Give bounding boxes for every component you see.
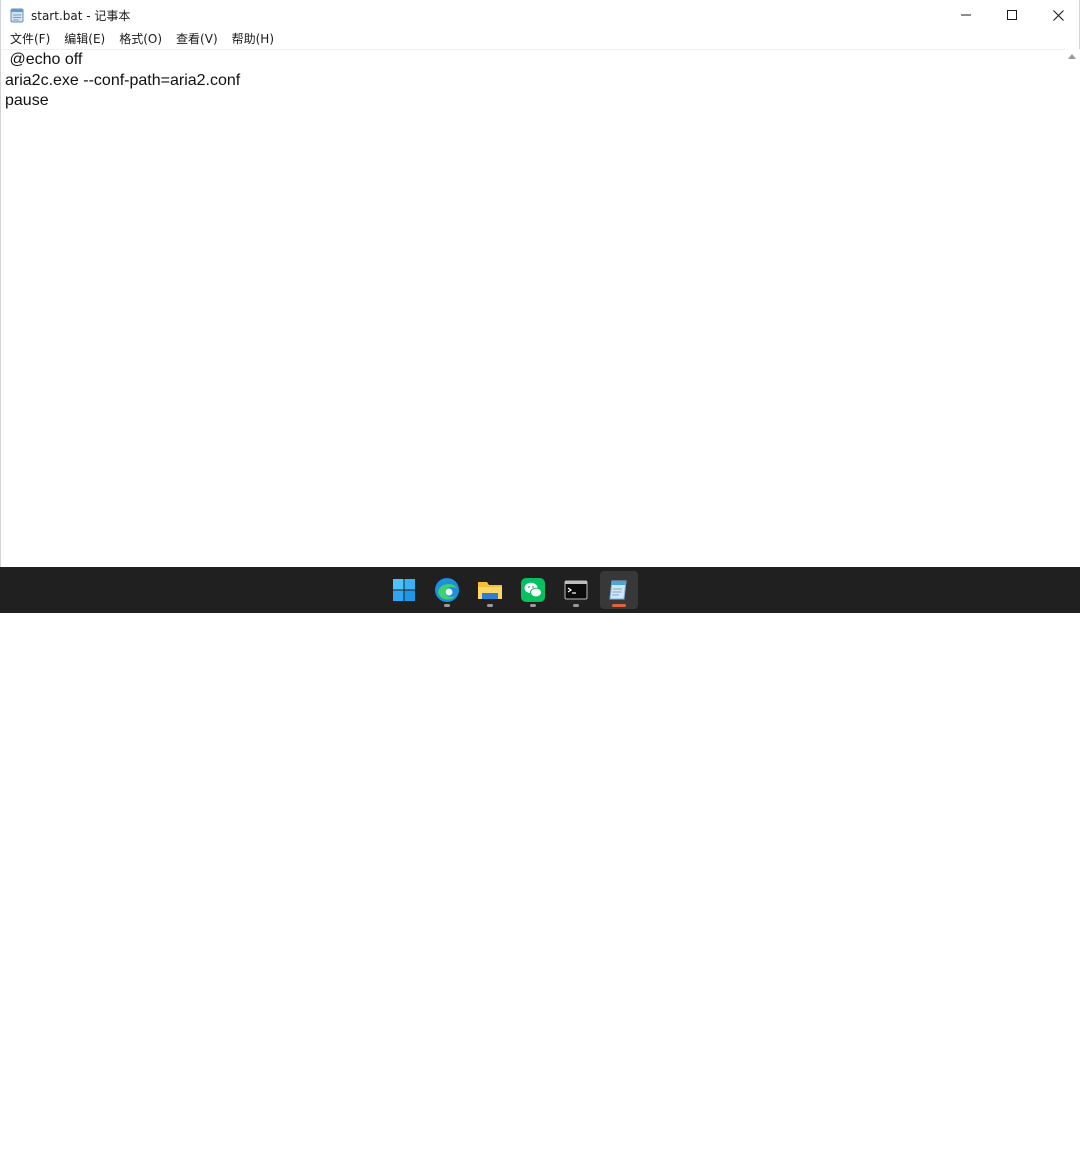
taskbar-notepad-button[interactable] — [600, 571, 638, 609]
windows-start-icon — [393, 579, 415, 601]
menu-view[interactable]: 查看(V) — [169, 30, 225, 48]
close-button[interactable] — [1035, 0, 1080, 30]
notepad-icon — [609, 580, 627, 600]
chevron-up-icon — [1029, 1152, 1041, 1159]
menu-bar: 文件(F) 编辑(E) 格式(O) 查看(V) 帮助(H) — [1, 30, 1079, 48]
minimize-button[interactable] — [943, 0, 989, 30]
running-indicator — [530, 604, 536, 607]
taskbar-start-button[interactable] — [385, 571, 423, 609]
vertical-scrollbar[interactable] — [1065, 49, 1080, 567]
notepad-window: start.bat - 记事本 文件(F) 编辑(E) 格式(O) 查看(V) … — [0, 0, 1080, 567]
title-bar[interactable]: start.bat - 记事本 — [1, 0, 1079, 30]
close-icon — [1052, 9, 1064, 21]
taskbar-explorer-button[interactable] — [471, 571, 509, 609]
edge-browser-icon — [435, 578, 459, 602]
text-editor[interactable]: @echo off aria2c.exe --conf-path=aria2.co… — [2, 49, 1065, 567]
window-title: start.bat - 记事本 — [31, 9, 131, 23]
editor-line: pause — [5, 92, 49, 109]
taskbar: 中 — [0, 567, 1080, 1164]
tray-overflow-button[interactable] — [1027, 1143, 1043, 1167]
maximize-button[interactable] — [989, 0, 1035, 30]
taskbar-edge-button[interactable] — [428, 571, 466, 609]
menu-format[interactable]: 格式(O) — [112, 30, 169, 48]
wechat-icon — [521, 578, 545, 602]
editor-line: @echo off — [5, 51, 83, 68]
editor-line: aria2c.exe --conf-path=aria2.conf — [5, 71, 241, 89]
running-indicator — [573, 604, 579, 607]
taskbar-cmd-button[interactable] — [557, 571, 595, 609]
active-indicator — [612, 604, 626, 607]
command-prompt-icon — [564, 580, 588, 600]
taskbar-wechat-button[interactable] — [514, 571, 552, 609]
menu-help[interactable]: 帮助(H) — [225, 30, 281, 48]
running-indicator — [487, 604, 493, 607]
menu-file[interactable]: 文件(F) — [3, 30, 57, 48]
menu-edit[interactable]: 编辑(E) — [57, 30, 112, 48]
file-explorer-icon — [478, 582, 502, 599]
scroll-up-arrow-icon[interactable] — [1068, 54, 1076, 59]
input-method-indicator[interactable]: 中 — [1056, 1145, 1076, 1167]
minimize-icon — [961, 14, 971, 16]
notepad-app-icon — [10, 7, 25, 23]
editor-content[interactable]: @echo off aria2c.exe --conf-path=aria2.co… — [5, 50, 240, 112]
running-indicator — [444, 604, 450, 607]
maximize-icon — [1007, 10, 1017, 20]
